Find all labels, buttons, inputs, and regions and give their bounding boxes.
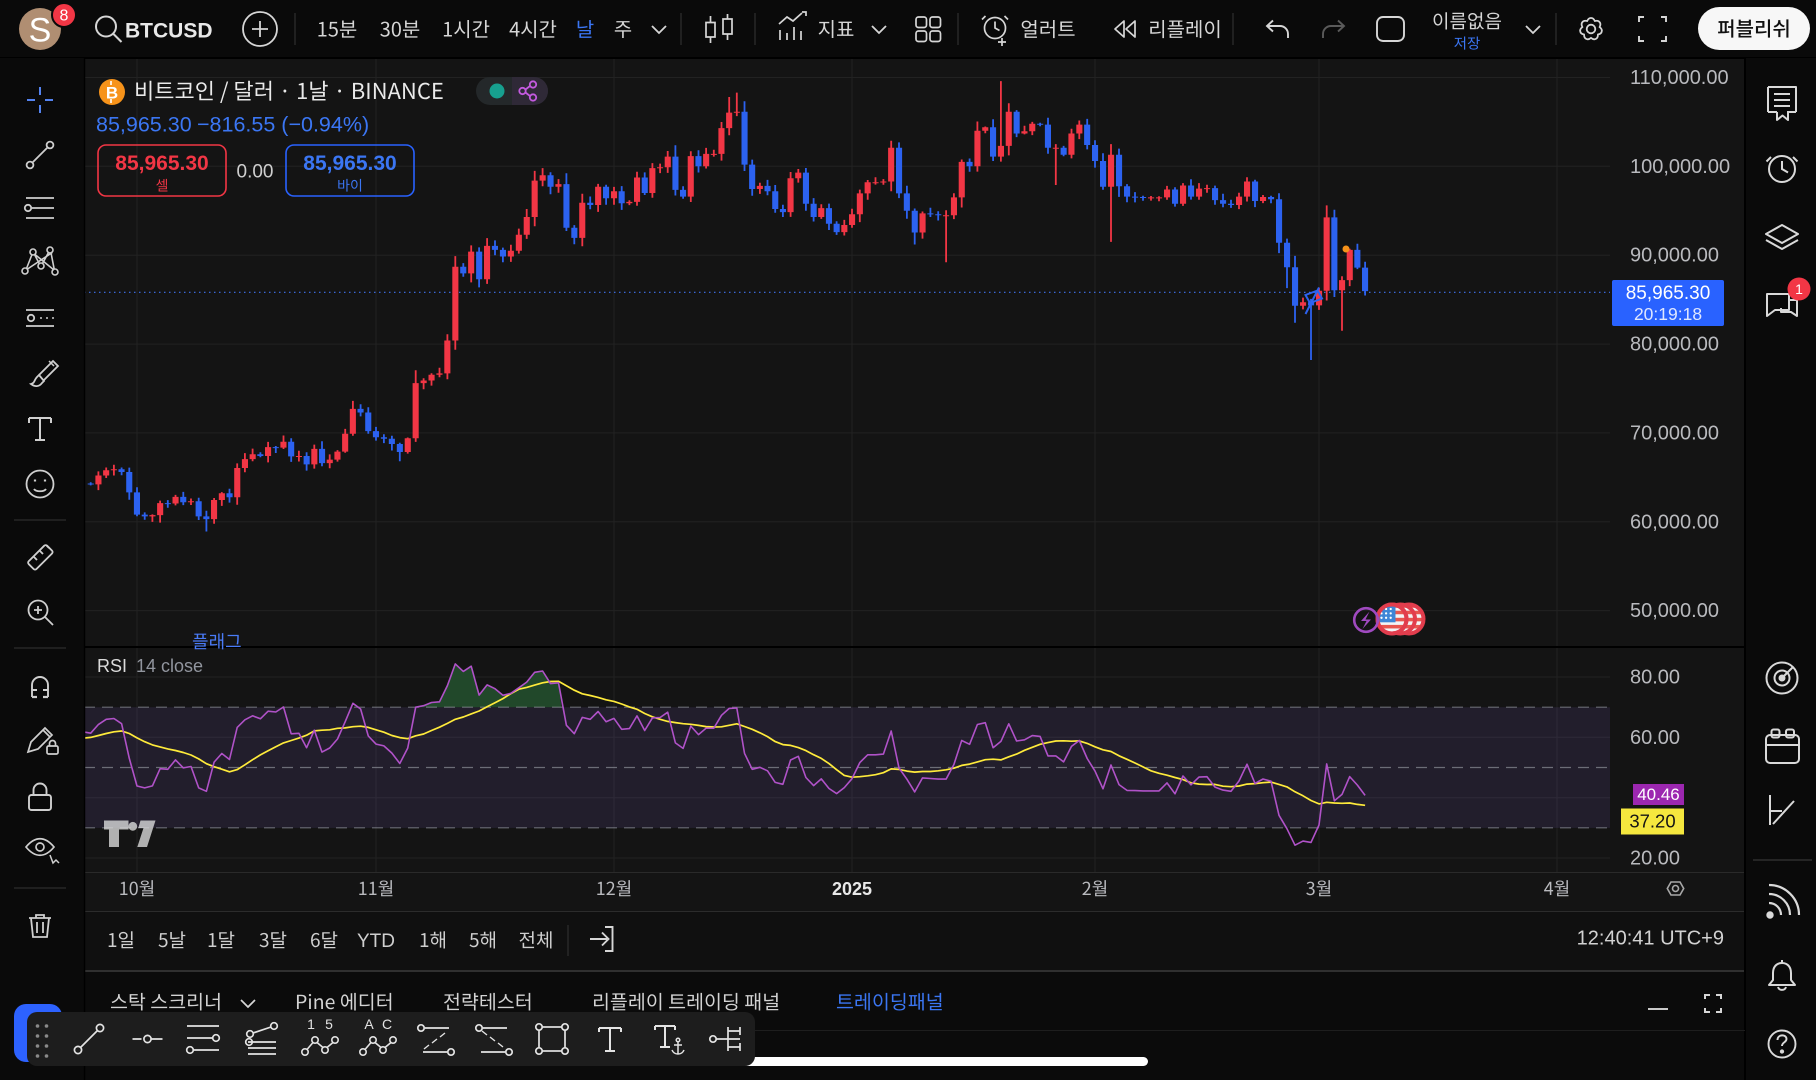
svg-text:S: S [29,12,52,50]
svg-text:85,965.30: 85,965.30 [303,152,396,175]
svg-text:1: 1 [1795,281,1803,297]
svg-text:80,000.00: 80,000.00 [1630,334,1719,356]
svg-text:14 close: 14 close [136,656,203,676]
svg-text:0.00: 0.00 [237,162,274,183]
svg-text:20:19:18: 20:19:18 [1634,304,1702,324]
svg-text:90,000.00: 90,000.00 [1630,245,1719,267]
svg-text:12:40:41 UTC+9: 12:40:41 UTC+9 [1577,928,1724,950]
svg-text:A: A [364,1016,374,1032]
svg-text:80.00: 80.00 [1630,667,1680,689]
svg-text:2025: 2025 [832,879,872,899]
svg-text:40.46: 40.46 [1637,785,1680,804]
svg-text:B: B [106,84,118,103]
svg-text:8: 8 [60,8,69,25]
svg-text:−816.55 (−0.94%): −816.55 (−0.94%) [197,113,369,137]
svg-text:50,000.00: 50,000.00 [1630,600,1719,622]
svg-text:85,965.30: 85,965.30 [1626,283,1711,304]
svg-text:70,000.00: 70,000.00 [1630,422,1719,444]
svg-text:60,000.00: 60,000.00 [1630,511,1719,533]
svg-text:100,000.00: 100,000.00 [1630,156,1730,178]
svg-text:37.20: 37.20 [1629,811,1675,832]
svg-text:85,965.30: 85,965.30 [115,152,208,175]
svg-text:RSI: RSI [97,656,127,676]
svg-text:C: C [382,1016,392,1032]
svg-text:110,000.00: 110,000.00 [1630,67,1729,89]
svg-text:20.00: 20.00 [1630,848,1680,870]
svg-text:1: 1 [307,1016,315,1032]
svg-text:BTCUSD: BTCUSD [125,20,213,43]
svg-text:5: 5 [325,1016,333,1032]
svg-text:YTD: YTD [357,931,395,952]
svg-text:85,965.30: 85,965.30 [96,113,192,137]
svg-text:60.00: 60.00 [1630,727,1680,749]
